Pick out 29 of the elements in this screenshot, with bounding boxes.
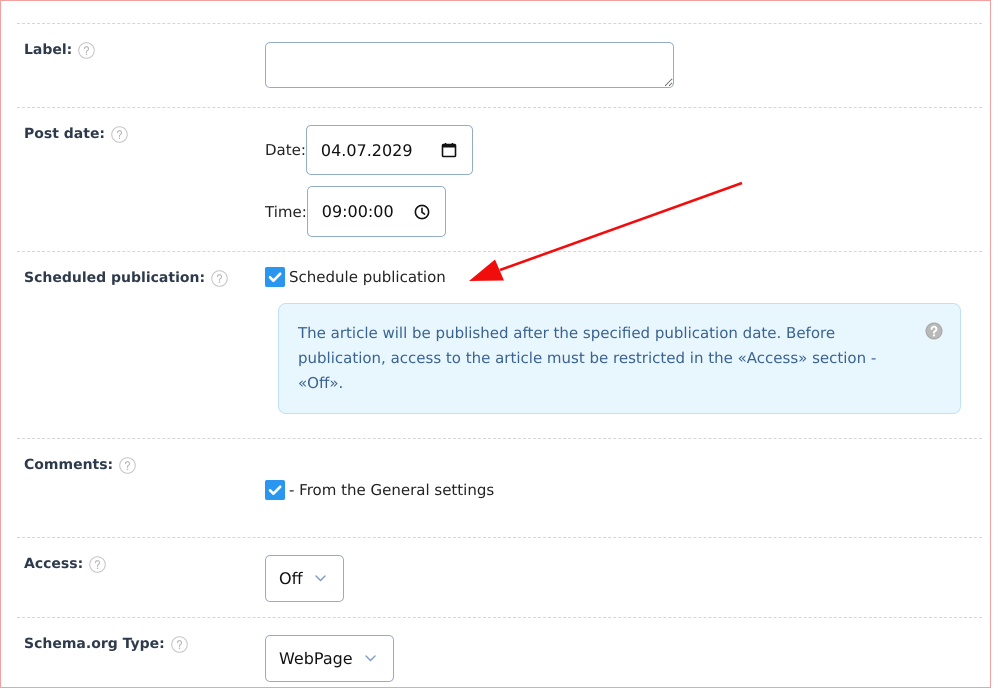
- text-input[interactable]: [265, 42, 674, 88]
- field-label: Label:: [24, 41, 72, 59]
- note-text: The article will be published after the specified publication date. Before publication, access to the article must be restricted in the «Access» section - «Off».: [298, 323, 878, 394]
- field-label: Schema.org Type:: [24, 635, 165, 653]
- dropdown[interactable]: WebPage: [265, 635, 394, 682]
- time-label: Time:: [265, 202, 307, 222]
- help-icon[interactable]: [211, 270, 228, 286]
- help-icon[interactable]: [78, 42, 96, 58]
- clock-icon[interactable]: [414, 204, 430, 220]
- help-icon[interactable]: [925, 322, 943, 340]
- help-icon[interactable]: [119, 456, 136, 474]
- date-input[interactable]: 04.07.2029: [306, 125, 473, 175]
- chevron-down-icon: [314, 575, 326, 582]
- field-label: Comments:: [24, 456, 114, 474]
- chevron-down-icon: [364, 655, 376, 662]
- checkbox[interactable]: [265, 267, 285, 287]
- help-icon[interactable]: [89, 556, 106, 572]
- field-label: Access:: [24, 555, 84, 573]
- checkbox[interactable]: [265, 480, 285, 500]
- checkbox-label[interactable]: Schedule publication: [289, 267, 446, 287]
- time-input[interactable]: 09:00:00: [306, 186, 446, 237]
- field-label: Scheduled publication:: [24, 269, 206, 287]
- dropdown[interactable]: Off: [265, 555, 344, 602]
- field-label: Post date:: [24, 125, 106, 143]
- calendar-icon[interactable]: [440, 142, 457, 158]
- checkbox-label[interactable]: - From the General settings: [289, 480, 494, 500]
- help-icon[interactable]: [170, 636, 188, 652]
- date-label: Date:: [265, 140, 306, 160]
- help-icon[interactable]: [111, 126, 128, 142]
